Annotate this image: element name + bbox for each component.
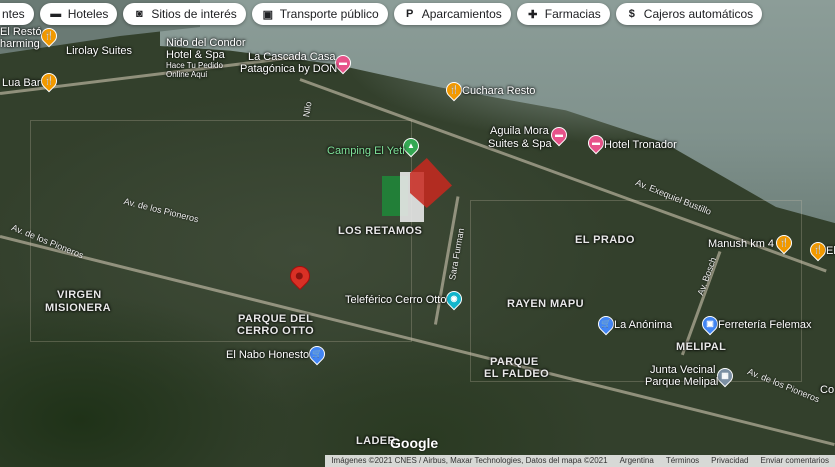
chip-atms[interactable]: $ Cajeros automáticos <box>615 3 763 25</box>
chip-restaurants[interactable]: ntes <box>0 3 34 25</box>
place-label[interactable]: Online Aquí <box>166 70 207 79</box>
place-label[interactable]: Camping El Yeti <box>327 145 405 157</box>
place-label[interactable]: Cuchara Resto <box>462 85 535 97</box>
satellite-map[interactable]: 🍴 🍴 ▬ 🍴 ▬ ▬ ▲ 🍴 🍴 ◉ 🛒 ▣ 🛒 ▦ El Restó har… <box>0 0 835 467</box>
place-label[interactable]: El Restó <box>0 26 42 38</box>
chip-hotels[interactable]: ▬ Hoteles <box>39 3 118 25</box>
street-grid <box>470 200 802 382</box>
google-logo: Google <box>390 435 439 451</box>
atm-icon: $ <box>628 8 635 20</box>
neighborhood-label: RAYEN MAPU <box>507 298 584 310</box>
neighborhood-label: MELIPAL <box>676 341 727 353</box>
place-label[interactable]: Junta Vecinal <box>650 364 715 376</box>
place-label[interactable]: Nido del Condor <box>166 37 246 49</box>
pharmacy-icon: ✚ <box>528 8 538 21</box>
place-label[interactable]: Hotel & Spa <box>166 49 225 61</box>
country-link[interactable]: Argentina <box>613 455 660 467</box>
attribution-text: Imágenes ©2021 CNES / Airbus, Maxar Tech… <box>325 455 614 467</box>
terms-link[interactable]: Términos <box>659 455 706 467</box>
parking-icon: P <box>406 8 414 20</box>
neighborhood-label: CERRO OTTO <box>237 325 315 337</box>
street-label: Nilo <box>301 100 314 118</box>
place-label[interactable]: El Nabo Honesto <box>226 349 309 361</box>
category-chip-bar: ntes ▬ Hoteles ◙ Sitios de interés ▣ Tra… <box>0 3 763 25</box>
neighborhood-label: LOS RETAMOS <box>338 225 423 237</box>
chip-parking[interactable]: P Aparcamientos <box>393 3 511 25</box>
place-label[interactable]: Aguila Mora <box>490 125 549 137</box>
chip-attractions[interactable]: ◙ Sitios de interés <box>123 3 246 25</box>
place-label[interactable]: Ferretería Felemax <box>718 319 812 331</box>
place-label[interactable]: Hotel Tronador <box>604 139 677 151</box>
privacy-link[interactable]: Privacidad <box>705 455 755 467</box>
neighborhood-label: PARQUE DEL <box>238 313 314 325</box>
neighborhood-label: VIRGEN <box>57 289 102 301</box>
feedback-link[interactable]: Enviar comentarios <box>754 455 835 467</box>
place-label[interactable]: Lirolay Suites <box>66 45 132 57</box>
chip-pharmacies[interactable]: ✚ Farmacias <box>516 3 610 25</box>
neighborhood-label: EL PRADO <box>575 234 635 246</box>
place-label[interactable]: Lua Bar <box>2 77 41 89</box>
neighborhood-label: MISIONERA <box>45 302 111 314</box>
flag-overlay <box>382 158 454 228</box>
place-label[interactable]: Manush km 4 <box>708 238 774 250</box>
map-footer: Imágenes ©2021 CNES / Airbus, Maxar Tech… <box>0 455 835 467</box>
place-label[interactable]: Co <box>820 384 834 396</box>
place-label[interactable]: Parque Melipal <box>645 376 718 388</box>
bus-icon: ▣ <box>262 8 273 21</box>
place-label[interactable]: Patagónica by DON <box>240 63 337 75</box>
chip-transit[interactable]: ▣ Transporte público <box>251 3 388 25</box>
place-label[interactable]: La Cascada Casa <box>248 51 335 63</box>
neighborhood-label: EL FALDEO <box>484 368 550 380</box>
place-label[interactable]: Hace Tu Pedido <box>166 61 223 70</box>
camera-icon: ◙ <box>136 8 143 20</box>
place-label[interactable]: harming <box>0 38 40 50</box>
place-label[interactable]: Suites & Spa <box>488 138 552 150</box>
place-label[interactable]: Teleférico Cerro Otto <box>345 294 446 306</box>
place-label[interactable]: El <box>826 245 835 257</box>
bed-icon: ▬ <box>50 8 62 20</box>
neighborhood-label: PARQUE <box>490 356 539 368</box>
place-label[interactable]: La Anónima <box>614 319 672 331</box>
